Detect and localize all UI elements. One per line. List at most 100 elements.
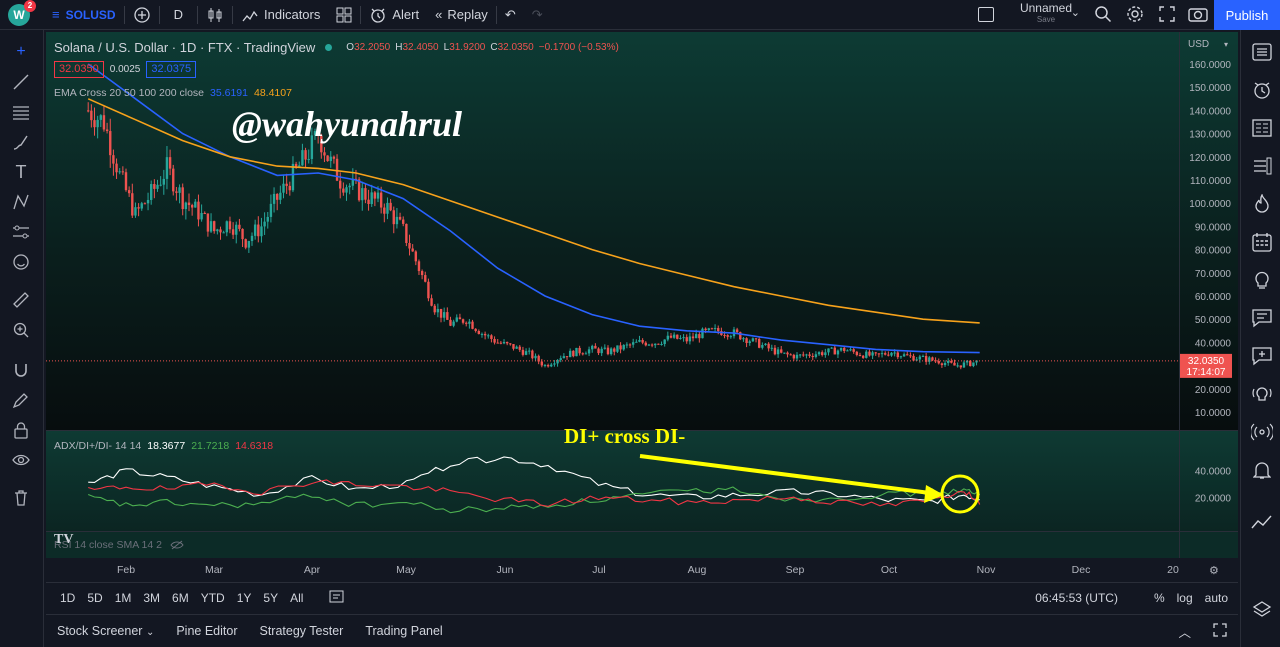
hot-ideas-button[interactable] — [1249, 192, 1275, 216]
interval-button[interactable]: D — [160, 0, 197, 30]
currency-label[interactable]: USD — [1188, 39, 1209, 50]
search-button[interactable] — [1094, 5, 1112, 26]
calendar-button[interactable] — [1249, 230, 1275, 254]
range-button-5y[interactable]: 5Y — [257, 591, 284, 605]
live-stream-button[interactable] — [1249, 420, 1275, 444]
streams-button[interactable] — [1249, 344, 1275, 368]
crosshair-tool[interactable]: + — [8, 40, 34, 64]
candle-body — [367, 199, 370, 205]
candle-body — [754, 338, 758, 340]
chart-pane[interactable]: 160.0000 150.0000 140.0000 130.0000 120.0000… — [46, 32, 1238, 582]
stay-in-drawing-mode-tool[interactable] — [8, 388, 34, 412]
replay-button[interactable]: « Replay — [427, 0, 496, 30]
object-tree-button[interactable] — [1249, 598, 1275, 622]
range-button-all[interactable]: All — [284, 591, 309, 605]
tab-stock-screener[interactable]: Stock Screener ⌄ — [46, 624, 165, 638]
maximize-panel-button[interactable] — [1202, 622, 1238, 640]
candle-body — [584, 353, 588, 355]
alert-button[interactable]: Alert — [361, 0, 427, 30]
fullscreen-button[interactable] — [1158, 5, 1176, 26]
hide-drawings-tool[interactable] — [8, 448, 34, 472]
order-panel-button[interactable] — [1249, 510, 1275, 534]
range-button-5d[interactable]: 5D — [81, 591, 108, 605]
bid-ask-legend[interactable]: 32.0350 0.0025 32.0375 — [54, 61, 197, 78]
icon-tool[interactable] — [8, 250, 34, 274]
prediction-tool[interactable] — [8, 220, 34, 244]
user-avatar[interactable]: W 2 — [8, 0, 36, 26]
candle-body — [216, 229, 219, 232]
magnet-tool[interactable] — [8, 358, 34, 382]
ideas-stream-button[interactable] — [1249, 382, 1275, 406]
redo-button[interactable]: ↷ — [524, 0, 551, 30]
chart-type-button[interactable] — [198, 0, 232, 30]
chevron-down-icon[interactable]: ▾ — [1224, 40, 1228, 49]
range-button-1m[interactable]: 1M — [109, 591, 138, 605]
range-button-1d[interactable]: 1D — [54, 591, 81, 605]
goto-date-button[interactable] — [323, 589, 351, 606]
candle-body — [594, 345, 597, 349]
candle-body — [669, 335, 673, 338]
layout-menu[interactable]: Unnamed Save — [1020, 2, 1072, 25]
chart-canvas[interactable]: 160.0000 150.0000 140.0000 130.0000 120.0000… — [46, 32, 1238, 582]
candle-body — [609, 348, 613, 355]
indicators-button[interactable]: Indicators — [233, 0, 328, 30]
drawing-toolbar: + T — [0, 30, 44, 647]
tab-strategy-tester[interactable]: Strategy Tester — [249, 624, 355, 638]
tab-trading-panel[interactable]: Trading Panel — [354, 624, 453, 638]
compare-symbol-button[interactable] — [125, 0, 159, 30]
auto-scale-toggle[interactable]: auto — [1199, 591, 1234, 605]
candle-body — [666, 335, 670, 340]
candle-body — [109, 131, 112, 156]
templates-button[interactable] — [328, 0, 360, 30]
undo-button[interactable]: ↶ — [497, 0, 524, 30]
range-button-3m[interactable]: 3M — [137, 591, 166, 605]
trend-line-tool[interactable] — [8, 70, 34, 94]
time-tick-label: Sep — [786, 564, 805, 576]
hotlist-icon — [1254, 157, 1272, 175]
brush-tool[interactable] — [8, 130, 34, 154]
bar-countdown: 17:14:07 — [1187, 367, 1226, 378]
adx-legend[interactable]: ADX/DI+/DI- 14 14 18.3677 21.7218 14.631… — [54, 440, 273, 452]
tab-pine-editor[interactable]: Pine Editor — [165, 624, 248, 638]
ema-legend[interactable]: EMA Cross 20 50 100 200 close 35.6191 48… — [54, 87, 292, 99]
alerts-button[interactable] — [1249, 78, 1275, 102]
collapse-panel-button[interactable]: ︿ — [1167, 622, 1202, 641]
ideas-button[interactable] — [1249, 268, 1275, 292]
pattern-tool[interactable] — [8, 190, 34, 214]
symbol-search[interactable]: ≡ SOLUSD — [44, 0, 124, 30]
publish-button[interactable]: Publish — [1214, 0, 1280, 30]
settings-button[interactable] — [1126, 5, 1144, 26]
chats-button[interactable] — [1249, 306, 1275, 330]
data-window-button[interactable] — [1249, 116, 1275, 140]
hotlists-button[interactable] — [1249, 154, 1275, 178]
gear-icon — [1127, 6, 1143, 22]
watchlist-button[interactable] — [1249, 40, 1275, 64]
sell-price-button[interactable]: 32.0350 — [54, 61, 104, 78]
snapshot-button[interactable] — [1188, 5, 1208, 26]
utc-clock[interactable]: 06:45:53 (UTC) — [1029, 591, 1124, 605]
candle-body — [858, 355, 862, 357]
gear-icon[interactable]: ⚙ — [1209, 565, 1219, 577]
rsi-legend[interactable]: RSI 14 close SMA 14 2 — [54, 539, 184, 551]
eye-off-icon[interactable] — [170, 540, 184, 550]
notifications-button[interactable] — [1249, 458, 1275, 482]
chevron-down-icon[interactable]: ⌄ — [1071, 6, 1080, 19]
candle-body — [877, 353, 881, 355]
percent-scale-toggle[interactable]: % — [1148, 591, 1171, 605]
lock-drawings-tool[interactable] — [8, 418, 34, 442]
symbol-legend[interactable]: Solana / U.S. Dollar · 1D · FTX · Tradin… — [54, 40, 619, 55]
candle-body — [165, 157, 169, 179]
buy-price-button[interactable]: 32.0375 — [146, 61, 197, 78]
range-button-6m[interactable]: 6M — [166, 591, 195, 605]
calendar-range-icon — [329, 590, 344, 603]
measure-tool[interactable] — [8, 288, 34, 312]
range-button-1y[interactable]: 1Y — [231, 591, 258, 605]
text-tool[interactable]: T — [8, 160, 34, 184]
layout-icon[interactable] — [978, 7, 994, 22]
range-button-ytd[interactable]: YTD — [195, 591, 231, 605]
candle-body — [757, 338, 761, 348]
log-scale-toggle[interactable]: log — [1171, 591, 1199, 605]
remove-drawings-tool[interactable] — [8, 486, 34, 510]
zoom-tool[interactable] — [8, 318, 34, 342]
fib-tool[interactable] — [8, 100, 34, 124]
